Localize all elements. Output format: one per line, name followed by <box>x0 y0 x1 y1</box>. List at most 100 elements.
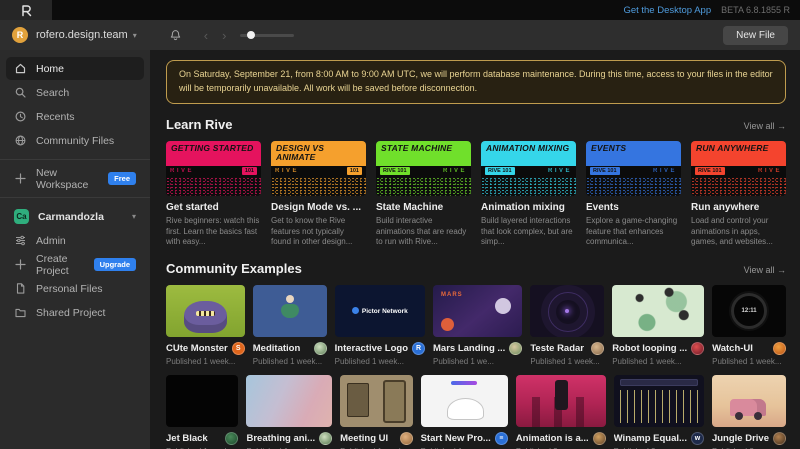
learn-card-thumbnail[interactable]: ANIMATION MIXING RIVE RIVE 101 <box>481 141 576 196</box>
author-avatar[interactable] <box>319 432 332 445</box>
author-avatar[interactable]: w <box>691 432 704 445</box>
community-card-thumbnail[interactable] <box>614 375 704 427</box>
back-arrow-icon[interactable]: ‹ <box>204 29 208 42</box>
community-card-thumbnail[interactable] <box>612 285 704 337</box>
community-card-title: Jet Black <box>166 433 208 444</box>
learn-card-thumbnail[interactable]: DESIGN VS ANIMATE RIVE 101 <box>271 141 366 196</box>
learn-card[interactable]: RUN ANYWHERE RIVE RIVE 101 Run anywhere … <box>691 141 786 248</box>
forward-arrow-icon[interactable]: › <box>222 29 226 42</box>
community-card[interactable]: Winamp Equal... w Published 2 wee... <box>614 375 704 449</box>
author-avatar[interactable]: S <box>232 342 245 355</box>
sidebar-item-community-files[interactable]: Community Files <box>6 129 144 152</box>
community-card-thumbnail[interactable] <box>246 375 332 427</box>
author-avatar[interactable] <box>593 432 606 445</box>
learn-card[interactable]: ANIMATION MIXING RIVE RIVE 101 Animation… <box>481 141 576 248</box>
author-avatar[interactable] <box>400 432 413 445</box>
sidebar-item-new-workspace[interactable]: New Workspace Free <box>6 167 144 190</box>
learn-card-thumbnail[interactable]: EVENTS RIVE RIVE 101 <box>586 141 681 196</box>
sidebar-item-home[interactable]: Home <box>6 57 144 80</box>
rive-watermark: RIVE <box>548 168 572 174</box>
free-badge: Free <box>108 172 136 185</box>
community-card[interactable]: Jet Black Published 1 week... <box>166 375 238 449</box>
header: R rofero.design.team ▾ ‹ › New File <box>0 20 800 50</box>
learn-card-description: Rive beginners: watch this first. Learn … <box>166 216 261 248</box>
author-avatar[interactable] <box>509 342 522 355</box>
community-card[interactable]: Start New Pro... ≡ Published 1 wee... <box>421 375 508 449</box>
community-card[interactable]: Animation is a... Published 2 wee... <box>516 375 606 449</box>
learn-card[interactable]: GETTING STARTED RIVE 101 Get started Riv… <box>166 141 261 248</box>
sidebar-item-admin[interactable]: Admin <box>6 229 144 252</box>
author-avatar[interactable] <box>591 342 604 355</box>
community-card[interactable]: Jungle Drive Published 2 wee... <box>712 375 786 449</box>
version-label: BETA 6.8.1855 R <box>721 5 790 15</box>
community-card[interactable]: Teste Radar Published 1 week... <box>530 285 604 366</box>
community-card[interactable]: Meeting UI Published 1 week... <box>340 375 412 449</box>
community-card-thumbnail[interactable] <box>421 375 508 427</box>
sidebar-item-recents[interactable]: Recents <box>6 105 144 128</box>
caret-down-icon[interactable]: ▾ <box>133 31 137 40</box>
community-card-title: CUte Monster <box>166 343 228 354</box>
sidebar-workspace-selector[interactable]: Ca Carmandozla ▾ <box>6 205 144 228</box>
community-card[interactable]: 12:11 Watch-UI Published 1 week... <box>712 285 786 366</box>
app-tab[interactable] <box>0 0 52 20</box>
published-label: Published 1 we... <box>433 357 522 366</box>
sidebar-item-shared-project[interactable]: Shared Project <box>6 301 144 324</box>
thumbnail-text: Pictor Network <box>352 307 408 315</box>
learn-thumb-title: DESIGN VS ANIMATE <box>271 141 366 166</box>
learn-card-thumbnail[interactable]: STATE MACHINE RIVE RIVE 101 <box>376 141 471 196</box>
rive-watermark: RIVE <box>653 168 677 174</box>
workspace-avatar: Ca <box>14 209 29 224</box>
sidebar-item-personal-files[interactable]: Personal Files <box>6 277 144 300</box>
get-desktop-app-link[interactable]: Get the Desktop App <box>623 5 711 16</box>
community-card-thumbnail[interactable]: MARS <box>433 285 522 337</box>
author-avatar[interactable]: R <box>412 342 425 355</box>
author-avatar[interactable]: ≡ <box>495 432 508 445</box>
community-card-thumbnail[interactable] <box>166 285 245 337</box>
community-card[interactable]: Breathing ani... Published 1 week... <box>246 375 332 449</box>
rive-101-chip: RIVE 101 <box>485 167 515 175</box>
community-card[interactable]: CUte Monster S Published 1 week... <box>166 285 245 366</box>
sidebar-item-search[interactable]: Search <box>6 81 144 104</box>
community-card[interactable]: MARS Mars Landing ... Published 1 we... <box>433 285 522 366</box>
learn-view-all-link[interactable]: View all → <box>744 121 786 131</box>
learn-thumb-title: EVENTS <box>586 141 681 166</box>
author-avatar[interactable] <box>225 432 238 445</box>
community-card-title: Jungle Drive <box>712 433 769 444</box>
community-card-thumbnail[interactable]: 12:11 <box>712 285 786 337</box>
community-card-thumbnail[interactable] <box>516 375 606 427</box>
learn-card-thumbnail[interactable]: GETTING STARTED RIVE 101 <box>166 141 261 196</box>
community-card-thumbnail[interactable] <box>253 285 327 337</box>
learn-card-title: Events <box>586 202 681 213</box>
thumb-noise-pattern <box>586 177 681 196</box>
community-card-thumbnail[interactable]: Pictor Network <box>335 285 425 337</box>
community-card-title: Start New Pro... <box>421 433 491 444</box>
maintenance-banner: On Saturday, September 21, from 8:00 AM … <box>166 60 786 104</box>
new-file-button[interactable]: New File <box>723 26 788 45</box>
community-card-thumbnail[interactable] <box>166 375 238 427</box>
learn-card[interactable]: EVENTS RIVE RIVE 101 Events Explore a ga… <box>586 141 681 248</box>
community-view-all-link[interactable]: View all → <box>744 265 786 275</box>
community-card[interactable]: Robot looping ... Published 1 week... <box>612 285 704 366</box>
community-card[interactable]: Pictor Network Interactive Logo R Publis… <box>335 285 425 366</box>
learn-card[interactable]: DESIGN VS ANIMATE RIVE 101 Design Mode v… <box>271 141 366 248</box>
team-avatar[interactable]: R <box>12 27 28 43</box>
community-card-thumbnail[interactable] <box>530 285 604 337</box>
community-card-title: Meeting UI <box>340 433 388 444</box>
author-avatar[interactable] <box>691 342 704 355</box>
sidebar-item-create-project[interactable]: Create Project Upgrade <box>6 253 144 276</box>
community-card-title: Teste Radar <box>530 343 584 354</box>
learn-card-thumbnail[interactable]: RUN ANYWHERE RIVE RIVE 101 <box>691 141 786 196</box>
community-card-thumbnail[interactable] <box>340 375 412 427</box>
author-avatar[interactable] <box>773 342 786 355</box>
bell-icon[interactable] <box>169 29 182 42</box>
author-avatar[interactable] <box>773 432 786 445</box>
team-name[interactable]: rofero.design.team <box>36 29 128 41</box>
zoom-slider-thumb[interactable] <box>247 31 255 39</box>
zoom-slider[interactable] <box>240 34 294 37</box>
thumb-noise-pattern <box>376 177 471 196</box>
community-card[interactable]: Meditation Published 1 week... <box>253 285 327 366</box>
learn-card[interactable]: STATE MACHINE RIVE RIVE 101 State Machin… <box>376 141 471 248</box>
community-card-thumbnail[interactable] <box>712 375 786 427</box>
author-avatar[interactable] <box>314 342 327 355</box>
search-icon <box>14 86 27 99</box>
